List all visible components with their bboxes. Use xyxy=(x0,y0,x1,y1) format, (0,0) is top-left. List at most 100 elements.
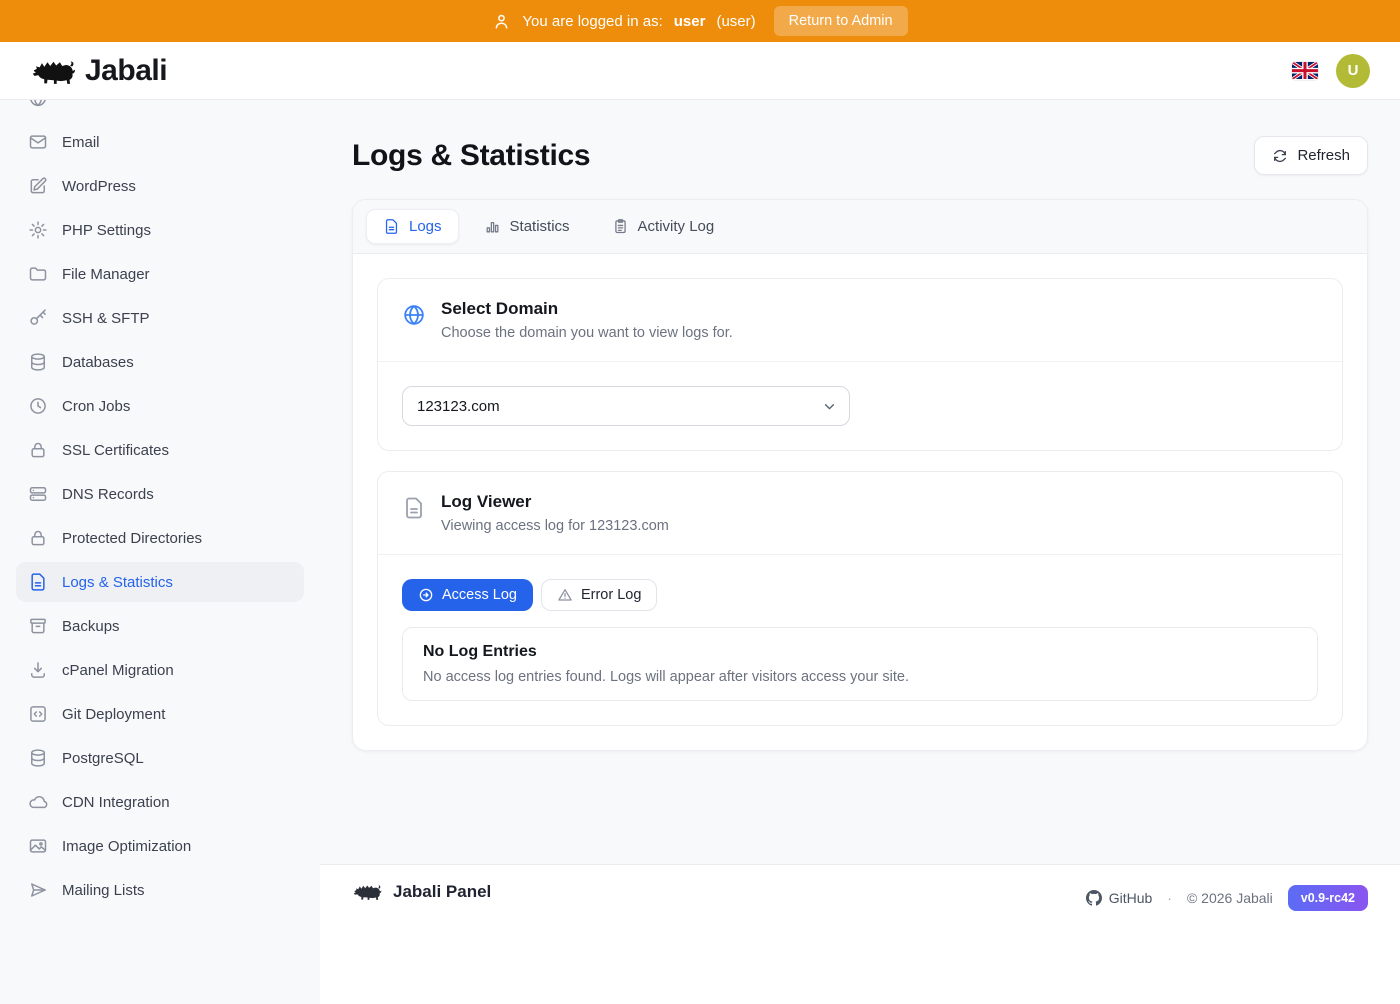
file-text-icon xyxy=(383,218,400,235)
sidebar-item-cron-jobs[interactable]: Cron Jobs xyxy=(16,386,304,426)
sidebar: Email WordPress PHP Settings File Manage… xyxy=(0,100,320,900)
footer-separator: · xyxy=(1167,890,1172,906)
select-domain-title: Select Domain xyxy=(441,299,733,319)
footer-brand-name: Jabali Panel xyxy=(393,882,491,902)
uk-flag-icon xyxy=(1292,62,1318,79)
brand-name: Jabali xyxy=(85,54,167,88)
tab-statistics[interactable]: Statistics xyxy=(467,209,587,244)
server-icon xyxy=(28,484,48,504)
archive-icon xyxy=(28,616,48,636)
sidebar-item-label: Logs & Statistics xyxy=(62,574,173,591)
sidebar-item-logs-statistics[interactable]: Logs & Statistics xyxy=(16,562,304,602)
sidebar-item-label: Image Optimization xyxy=(62,838,191,855)
globe-icon xyxy=(402,303,426,327)
sidebar-nav: Email WordPress PHP Settings File Manage… xyxy=(16,100,304,900)
sidebar-item-label: cPanel Migration xyxy=(62,662,174,679)
footer-copyright: © 2026 Jabali xyxy=(1187,890,1273,906)
sidebar-item-dns-records[interactable]: DNS Records xyxy=(16,474,304,514)
sidebar-item-php-settings[interactable]: PHP Settings xyxy=(16,210,304,250)
tab-logs[interactable]: Logs xyxy=(366,209,459,244)
select-domain-card: Select Domain Choose the domain you want… xyxy=(377,278,1343,451)
sidebar-item-partial[interactable] xyxy=(16,100,304,118)
image-icon xyxy=(28,836,48,856)
file-text-icon xyxy=(28,572,48,592)
access-log-label: Access Log xyxy=(442,587,517,603)
sidebar-item-databases[interactable]: Databases xyxy=(16,342,304,382)
admin-session-bar: You are logged in as: user (user) Return… xyxy=(0,0,1400,42)
error-log-button[interactable]: Error Log xyxy=(541,579,657,611)
sidebar-item-ssh-sftp[interactable]: SSH & SFTP xyxy=(16,298,304,338)
user-avatar[interactable]: U xyxy=(1336,54,1370,88)
boar-logo-icon xyxy=(30,55,76,87)
lock-icon xyxy=(28,440,48,460)
file-text-icon xyxy=(402,496,426,520)
clock-icon xyxy=(28,396,48,416)
log-viewer-description: Viewing access log for 123123.com xyxy=(441,518,669,534)
page-title: Logs & Statistics xyxy=(352,139,590,173)
empty-state-title: No Log Entries xyxy=(423,643,1297,661)
sidebar-item-mailing-lists[interactable]: Mailing Lists xyxy=(16,870,304,900)
domain-select[interactable]: 123123.com xyxy=(402,386,850,426)
sidebar-item-git-deployment[interactable]: Git Deployment xyxy=(16,694,304,734)
code-icon xyxy=(28,704,48,724)
tab-activity-log[interactable]: Activity Log xyxy=(595,209,732,244)
sidebar-item-label: Protected Directories xyxy=(62,530,202,547)
lock-icon xyxy=(28,528,48,548)
tab-label: Logs xyxy=(409,218,442,235)
tab-label: Activity Log xyxy=(638,218,715,235)
sidebar-item-image-optimization[interactable]: Image Optimization xyxy=(16,826,304,866)
sidebar-item-wordpress[interactable]: WordPress xyxy=(16,166,304,206)
sidebar-item-label: Backups xyxy=(62,618,120,635)
sidebar-item-cpanel-migration[interactable]: cPanel Migration xyxy=(16,650,304,690)
arrow-right-circle-icon xyxy=(418,587,434,603)
sidebar-item-label: PHP Settings xyxy=(62,222,151,239)
access-log-button[interactable]: Access Log xyxy=(402,579,533,611)
sidebar-item-label: File Manager xyxy=(62,266,150,283)
version-badge: v0.9-rc42 xyxy=(1288,885,1368,911)
header-actions: U xyxy=(1292,54,1370,88)
sidebar-item-label: SSL Certificates xyxy=(62,442,169,459)
refresh-button-label: Refresh xyxy=(1297,147,1350,164)
sidebar-item-label: Databases xyxy=(62,354,134,371)
refresh-icon xyxy=(1272,148,1288,164)
footer-meta: GitHub · © 2026 Jabali v0.9-rc42 xyxy=(1086,885,1368,911)
sidebar-item-label: Mailing Lists xyxy=(62,882,145,899)
bar-chart-icon xyxy=(484,218,501,235)
sidebar-item-label: Email xyxy=(62,134,100,151)
sidebar-item-email[interactable]: Email xyxy=(16,122,304,162)
download-icon xyxy=(28,660,48,680)
edit-icon xyxy=(28,176,48,196)
return-to-admin-button[interactable]: Return to Admin xyxy=(774,6,908,36)
sidebar-item-label: Git Deployment xyxy=(62,706,165,723)
language-flag-uk[interactable] xyxy=(1292,62,1318,80)
sidebar-item-label: PostgreSQL xyxy=(62,750,144,767)
log-viewer-card: Log Viewer Viewing access log for 123123… xyxy=(377,471,1343,726)
sidebar-item-postgresql[interactable]: PostgreSQL xyxy=(16,738,304,778)
sidebar-item-file-manager[interactable]: File Manager xyxy=(16,254,304,294)
github-icon xyxy=(1086,890,1102,906)
sidebar-item-cdn-integration[interactable]: CDN Integration xyxy=(16,782,304,822)
sidebar-item-label: WordPress xyxy=(62,178,136,195)
sidebar-item-backups[interactable]: Backups xyxy=(16,606,304,646)
footer-brand: Jabali Panel xyxy=(352,881,491,902)
gear-icon xyxy=(28,220,48,240)
tab-label: Statistics xyxy=(510,218,570,235)
refresh-button[interactable]: Refresh xyxy=(1254,136,1368,175)
github-link[interactable]: GitHub xyxy=(1086,890,1153,906)
login-username: user xyxy=(674,13,706,30)
sidebar-item-protected-directories[interactable]: Protected Directories xyxy=(16,518,304,558)
login-status-message: You are logged in as: user (user) xyxy=(492,12,755,31)
brand-logo[interactable]: Jabali xyxy=(30,54,167,88)
globe-icon xyxy=(28,100,48,108)
app-footer: Jabali Panel GitHub · © 2026 Jabali v0.9… xyxy=(320,864,1400,1004)
clipboard-icon xyxy=(612,218,629,235)
cloud-icon xyxy=(28,792,48,812)
database-icon xyxy=(28,748,48,768)
sidebar-item-ssl-certificates[interactable]: SSL Certificates xyxy=(16,430,304,470)
user-icon xyxy=(492,12,511,31)
sidebar-item-label: CDN Integration xyxy=(62,794,170,811)
key-icon xyxy=(28,308,48,328)
app-header: Jabali U xyxy=(0,42,1400,100)
logs-card: Logs Statistics Activity Log Select Doma… xyxy=(352,199,1368,751)
no-log-entries-box: No Log Entries No access log entries fou… xyxy=(402,627,1318,701)
